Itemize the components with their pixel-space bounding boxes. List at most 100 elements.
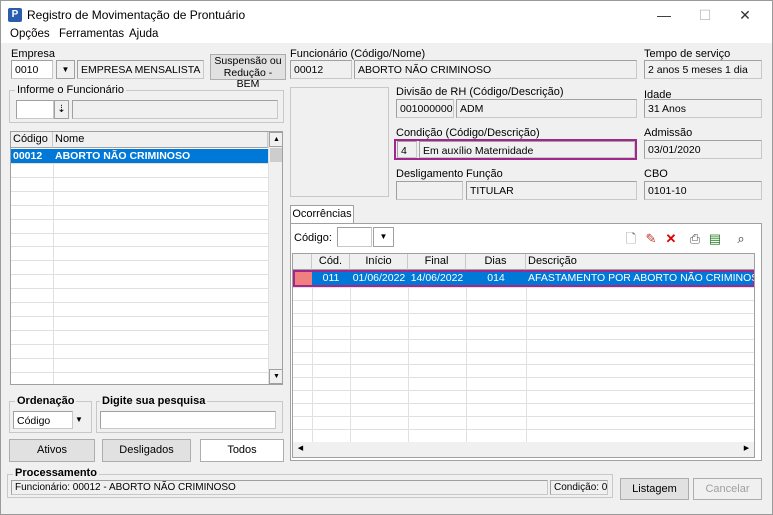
funcionario-label: Funcionário (Código/Nome) — [290, 48, 426, 60]
occ-row[interactable]: 011 01/06/2022 14/06/2022 014 AFASTAMENT… — [312, 272, 754, 285]
occ-col-divider — [408, 287, 409, 442]
ordenacao-dropdown-icon[interactable]: ▼ — [71, 411, 87, 429]
ocorrencias-codigo-label: Código: — [294, 232, 332, 244]
empresa-label: Empresa — [11, 48, 56, 60]
tempo-servico-field: 2 anos 5 meses 1 dia — [644, 60, 762, 79]
occ-row-dias: 014 — [487, 272, 505, 284]
employee-row-nome: ABORTO NÃO CRIMINOSO — [55, 150, 191, 162]
employee-grid-line — [11, 330, 268, 331]
scroll-thumb[interactable] — [270, 148, 282, 162]
tab-ocorrencias[interactable]: Ocorrências — [290, 205, 354, 224]
employee-grid-line — [11, 274, 268, 275]
app-icon: P — [8, 8, 22, 22]
employee-header-nome[interactable]: Nome — [53, 132, 268, 148]
employee-scrollbar[interactable]: ▲ ▼ — [268, 132, 282, 384]
todos-button[interactable]: Todos — [200, 439, 284, 462]
occ-row-final: 14/06/2022 — [410, 272, 464, 284]
menu-ajuda[interactable]: Ajuda — [129, 28, 158, 40]
divisao-label: Divisão de RH (Código/Descrição) — [396, 86, 564, 98]
main-window: P Registro de Movimentação de Prontuário… — [0, 0, 773, 515]
new-document-icon[interactable]: 🗋 — [623, 231, 639, 247]
processamento-label: Processamento — [13, 467, 99, 479]
occ-row-cod: 011 — [322, 272, 340, 284]
employee-grid-line — [11, 163, 268, 164]
occ-header-marker — [293, 254, 312, 270]
empresa-code-field[interactable]: 0010 — [11, 60, 53, 79]
employee-grid-line — [11, 358, 268, 359]
desligamento-field — [396, 181, 463, 200]
occ-grid-line — [293, 429, 754, 430]
ocorrencias-codigo-input[interactable] — [337, 227, 372, 247]
close-button[interactable]: ✕ — [730, 5, 760, 25]
scroll-up-icon[interactable]: ▲ — [269, 132, 282, 147]
menu-opcoes[interactable]: Opções — [10, 28, 50, 40]
employee-grid-line — [11, 316, 268, 317]
occ-header-final[interactable]: Final — [408, 254, 466, 270]
occ-header-cod[interactable]: Cód. — [312, 254, 350, 270]
employee-grid-line — [11, 344, 268, 345]
occ-col-divider — [312, 287, 313, 442]
informe-label: Informe o Funcionário — [15, 84, 126, 96]
delete-icon[interactable]: ✕ — [663, 231, 679, 247]
occ-grid-line — [293, 377, 754, 378]
employee-grid-line — [11, 302, 268, 303]
occ-header-descricao[interactable]: Descrição — [526, 254, 754, 270]
employee-grid-line — [11, 177, 268, 178]
scroll-right-icon[interactable]: ▶ — [739, 442, 754, 457]
empresa-dropdown-icon[interactable]: ▼ — [56, 60, 75, 79]
suspensao-button[interactable]: Suspensão ou Redução - BEM — [210, 54, 286, 90]
employee-row-codigo: 00012 — [13, 150, 43, 162]
informe-code-field[interactable] — [16, 100, 54, 119]
processamento-condicao: Condição: 0 — [550, 480, 608, 495]
occ-grid-line — [293, 339, 754, 340]
occ-row-inicio: 01/06/2022 — [352, 272, 406, 284]
occ-grid-line — [293, 390, 754, 391]
employee-grid-line — [11, 205, 268, 206]
cancelar-button[interactable]: Cancelar — [693, 478, 762, 500]
condicao-label: Condição (Código/Descrição) — [396, 127, 540, 139]
ordenacao-select[interactable]: Código — [13, 411, 73, 429]
minimize-button[interactable]: — — [649, 5, 679, 25]
employee-header-codigo[interactable]: Código — [11, 132, 53, 148]
admissao-field: 03/01/2020 — [644, 140, 762, 159]
employee-grid-line — [11, 288, 268, 289]
occ-header-inicio[interactable]: Início — [350, 254, 408, 270]
ocorrencias-codigo-dropdown-icon[interactable]: ▼ — [373, 227, 394, 247]
export-icon[interactable]: ▤ — [707, 231, 723, 247]
informe-lookup-icon[interactable]: ⇣ — [54, 100, 69, 119]
maximize-button[interactable]: ☐ — [690, 5, 720, 25]
scroll-left-icon[interactable]: ◀ — [293, 442, 308, 457]
employee-grid-line — [11, 260, 268, 261]
occ-header-dias[interactable]: Dias — [466, 254, 526, 270]
funcionario-name-field: ABORTO NÃO CRIMINOSO — [354, 60, 637, 79]
idade-field: 31 Anos — [644, 99, 762, 118]
occ-hscrollbar[interactable]: ◀ ▶ — [293, 442, 754, 457]
cbo-label: CBO — [644, 168, 668, 180]
occ-col-divider — [466, 287, 467, 442]
desligamento-label: Desligamento — [396, 168, 464, 180]
listagem-button[interactable]: Listagem — [620, 478, 689, 500]
employee-grid-line — [11, 233, 268, 234]
preview-icon[interactable]: ⌕ — [733, 231, 749, 247]
employee-photo — [290, 87, 389, 197]
employee-row[interactable]: 00012 ABORTO NÃO CRIMINOSO — [11, 149, 268, 163]
menu-ferramentas[interactable]: Ferramentas — [59, 28, 124, 40]
occ-grid-line — [293, 287, 754, 288]
occ-grid-line — [293, 313, 754, 314]
condicao-desc-field: Em auxílio Maternidade — [419, 141, 635, 158]
funcionario-code-field: 00012 — [290, 60, 352, 79]
divisao-code-field: 001000000 — [396, 99, 454, 118]
employee-grid-line — [11, 372, 268, 373]
tempo-servico-label: Tempo de serviço — [644, 48, 731, 60]
print-icon[interactable]: ⎙ — [687, 231, 703, 247]
admissao-label: Admissão — [644, 127, 693, 139]
pesquisa-input[interactable] — [100, 411, 276, 429]
desligados-button[interactable]: Desligados — [102, 439, 191, 462]
scroll-down-icon[interactable]: ▼ — [269, 369, 282, 384]
employee-grid[interactable]: Código Nome 00012 ABORTO NÃO CRIMINOSO ▲… — [10, 131, 283, 385]
edit-pencil-icon[interactable]: ✎ — [643, 231, 659, 247]
occurrences-grid[interactable]: Cód. Início Final Dias Descrição 011 01/… — [292, 253, 755, 458]
empresa-name-field: EMPRESA MENSALISTA — [77, 60, 204, 79]
occ-grid-line — [293, 300, 754, 301]
ativos-button[interactable]: Ativos — [9, 439, 95, 462]
